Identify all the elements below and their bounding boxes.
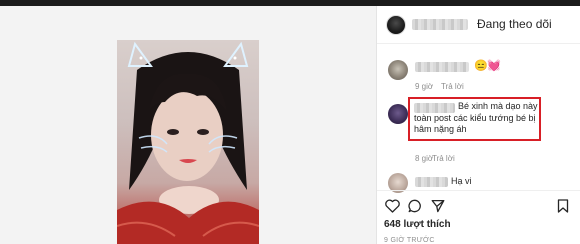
bookmark-icon[interactable]	[557, 199, 569, 218]
comment-item: Hạ vi	[377, 170, 580, 193]
author-username-blurred[interactable]	[412, 19, 468, 30]
share-icon[interactable]	[431, 199, 445, 218]
commenter-username-blurred[interactable]	[415, 177, 448, 187]
post-window: Đang theo dõi 😑 💓 9 giờ Trả lời Bé xinh …	[0, 6, 580, 244]
heart-emoji-icon: 💓	[487, 60, 501, 72]
comment-text: Hạ vi	[451, 176, 472, 186]
post-header: Đang theo dõi	[377, 6, 580, 44]
commenter-avatar[interactable]	[388, 60, 408, 80]
photo-pane	[0, 6, 377, 244]
post-sidebar: Đang theo dõi 😑 💓 9 giờ Trả lời Bé xinh …	[377, 6, 580, 244]
comment-text-content: Bé xinh mà dạo này toàn post các kiểu tư…	[414, 101, 538, 134]
comment-item: 😑 💓 9 giờ Trả lời	[377, 52, 580, 92]
comment-icon[interactable]	[408, 199, 422, 218]
expressionless-emoji-icon: 😑	[474, 60, 488, 72]
likes-count[interactable]: 648 lượt thích	[384, 219, 451, 230]
comment-time: 8 giờ	[415, 154, 434, 163]
commenter-username-blurred[interactable]	[415, 62, 469, 72]
comment-text: Bé xinh mà dạo này toàn post các kiểu tư…	[414, 101, 540, 136]
reply-link[interactable]: Trả lời	[441, 82, 464, 91]
commenter-avatar[interactable]	[388, 104, 408, 124]
comment-time: 9 giờ	[415, 82, 434, 91]
following-button[interactable]: Đang theo dõi	[477, 17, 552, 31]
action-bar	[377, 190, 580, 216]
post-timestamp: 9 GIỜ TRƯỚC	[384, 237, 435, 244]
author-avatar[interactable]	[386, 15, 406, 35]
selfie-illustration	[117, 41, 259, 244]
comment-item-highlighted: Bé xinh mà dạo này toàn post các kiểu tư…	[377, 92, 580, 164]
reply-link[interactable]: Trả lời	[432, 154, 455, 163]
post-photo[interactable]	[117, 40, 259, 244]
heart-icon[interactable]	[385, 199, 400, 218]
